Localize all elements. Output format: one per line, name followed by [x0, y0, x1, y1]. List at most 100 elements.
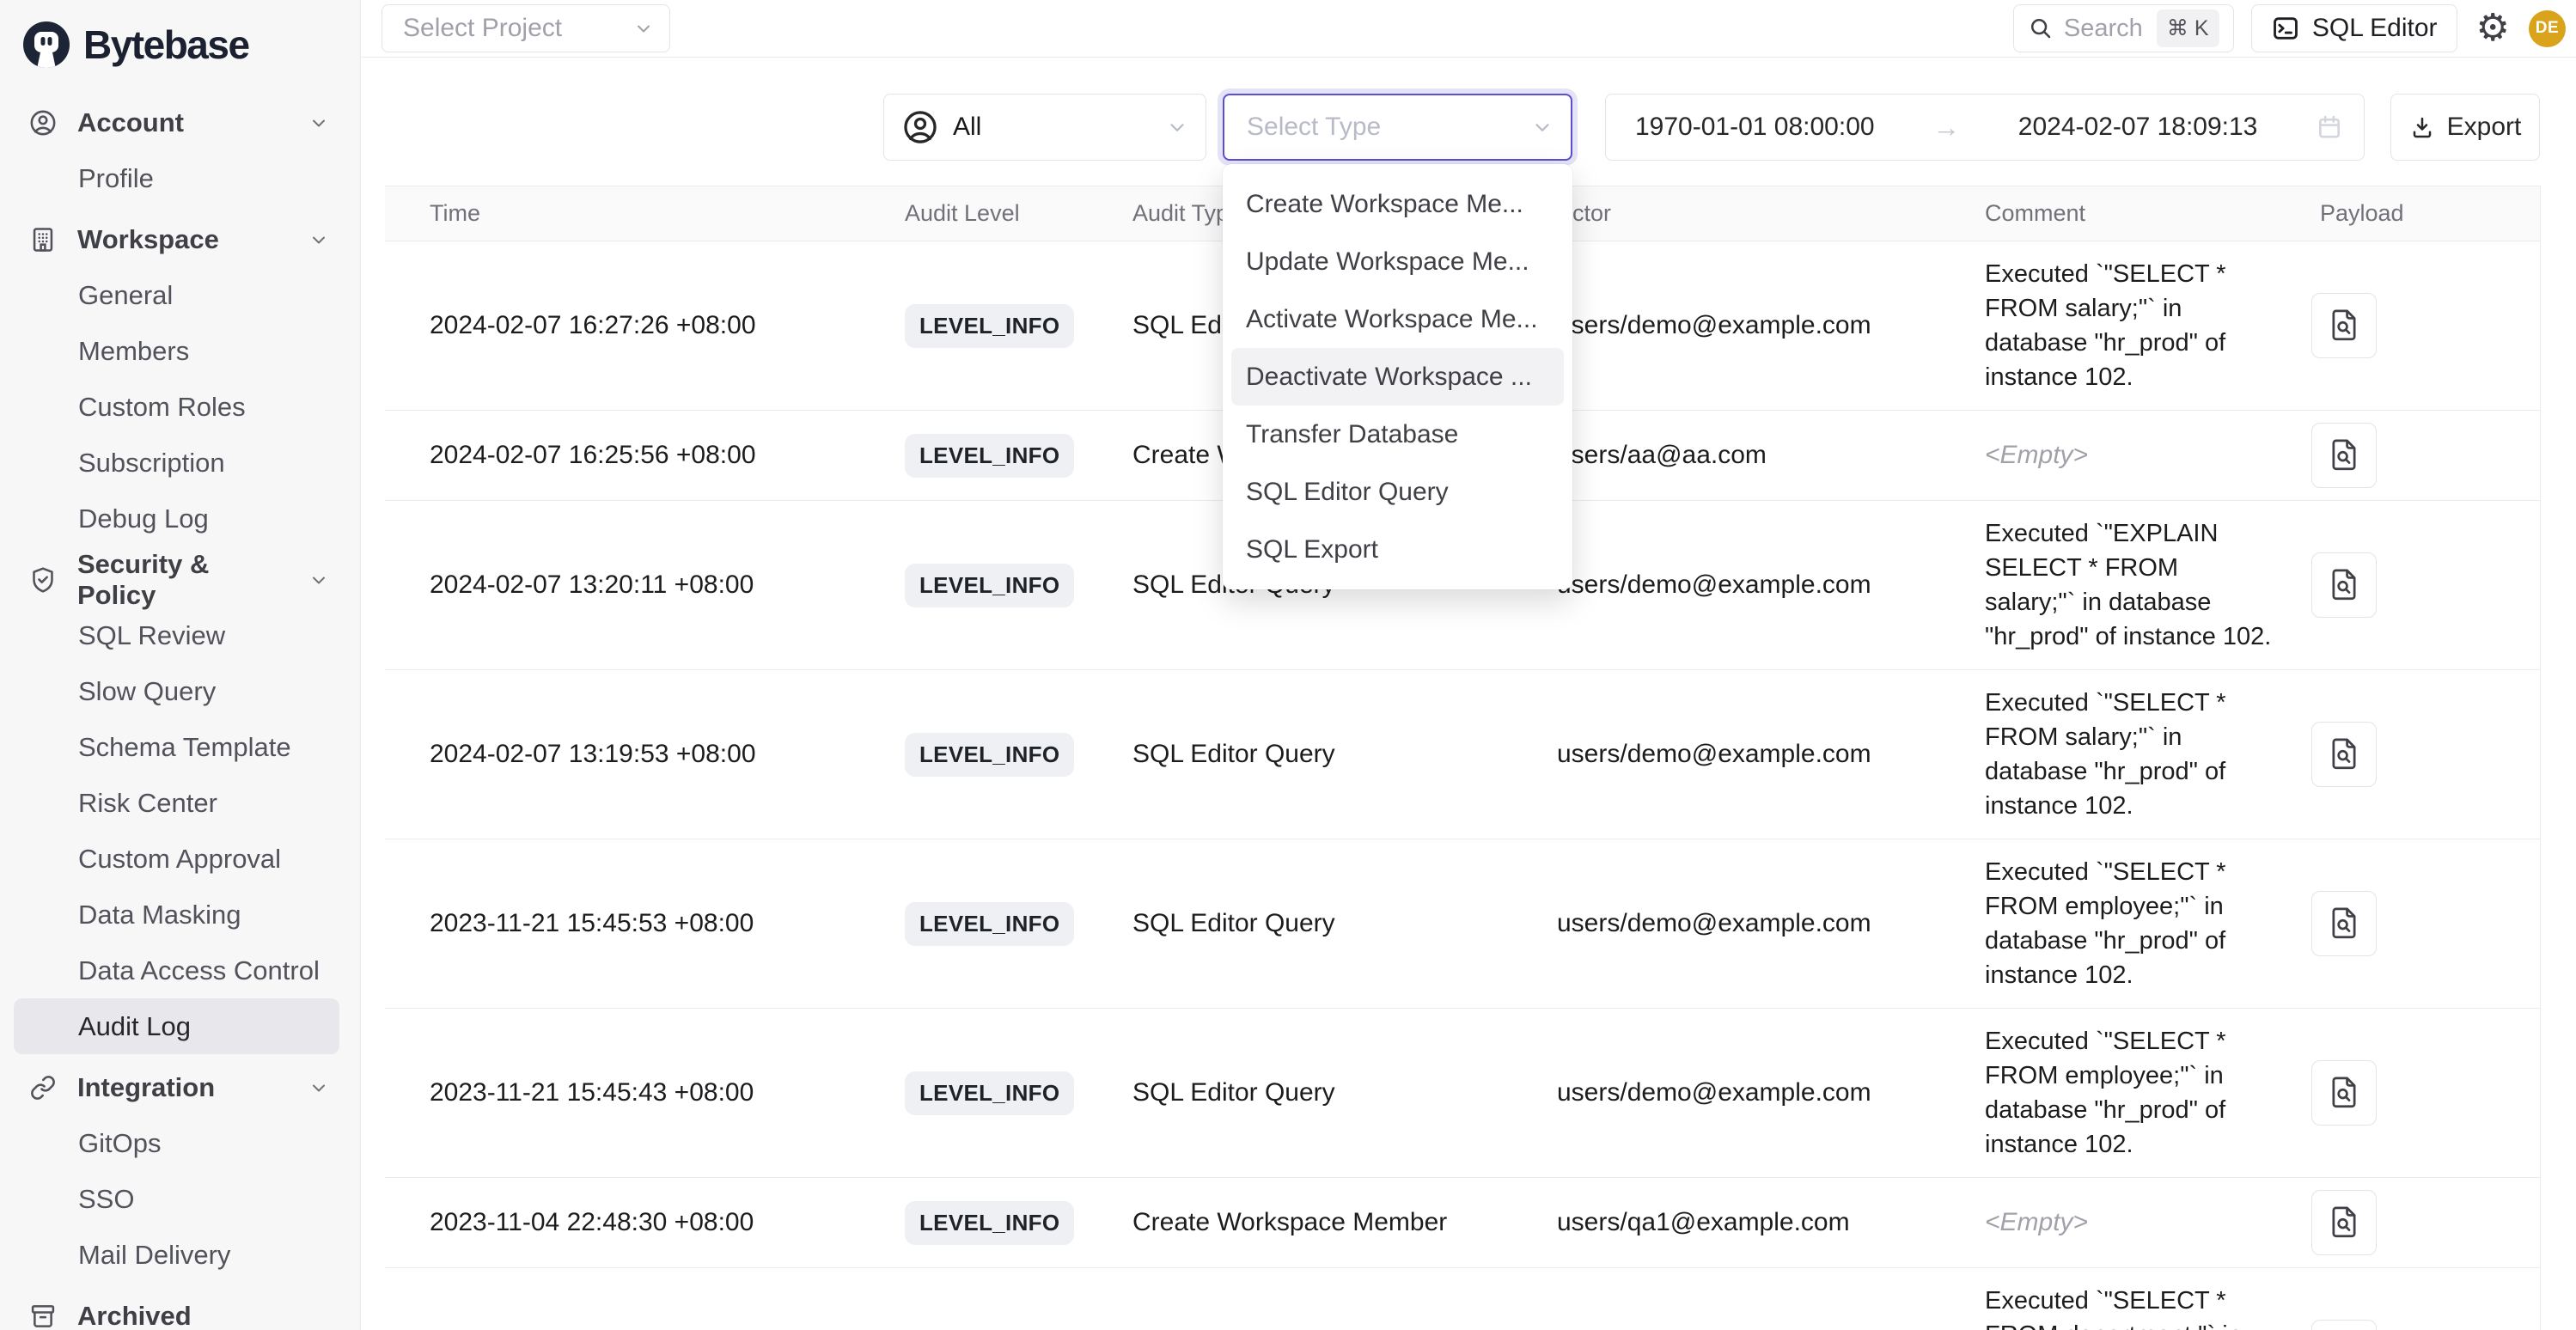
audit-level-badge: LEVEL_INFO: [905, 733, 1074, 777]
sidebar-item-profile[interactable]: Profile: [14, 150, 339, 206]
search-box[interactable]: ⌘ K: [2013, 4, 2234, 52]
sidebar-item-data-access-control[interactable]: Data Access Control: [14, 943, 339, 998]
sidebar-item-label: Subscription: [78, 448, 225, 479]
sidebar-item-data-masking[interactable]: Data Masking: [14, 887, 339, 943]
sidebar-item-label: Members: [78, 336, 189, 367]
payload-view-button[interactable]: [2311, 1320, 2377, 1330]
sidebar-item-label: Schema Template: [78, 732, 291, 763]
audit-time: 2024-02-07 16:25:56 +08:00: [385, 441, 860, 470]
sidebar-item-slow-query[interactable]: Slow Query: [14, 663, 339, 719]
payload-view-button[interactable]: [2311, 891, 2377, 956]
payload-view-button[interactable]: [2311, 1060, 2377, 1126]
sidebar-item-sso[interactable]: SSO: [14, 1171, 339, 1227]
actor-filter-value: All: [953, 113, 981, 142]
audit-comment: <Empty>: [1940, 423, 2275, 488]
settings-gear-icon[interactable]: ⚙: [2475, 9, 2512, 47]
sidebar-item-custom-roles[interactable]: Custom Roles: [14, 379, 339, 435]
sidebar-section-integration[interactable]: Integration: [0, 1059, 360, 1115]
archive-box-icon: [28, 1302, 58, 1330]
link-icon: [28, 1073, 58, 1102]
sidebar-section-account[interactable]: Account: [0, 95, 360, 150]
audit-level-badge: LEVEL_INFO: [905, 1071, 1074, 1115]
chevron-down-icon: [308, 113, 329, 133]
project-select-placeholder: Select Project: [403, 14, 562, 43]
building-icon: [28, 225, 58, 254]
sidebar-section-workspace[interactable]: Workspace: [0, 211, 360, 267]
user-avatar[interactable]: DE: [2529, 10, 2566, 47]
payload-view-button[interactable]: [2311, 293, 2377, 358]
audit-comment: Executed `"SELECT * FROM salary;"` in da…: [1940, 670, 2275, 839]
search-input[interactable]: [2064, 15, 2146, 43]
column-header-payload: Payload: [2275, 200, 2540, 227]
dropdown-option-transfer-database[interactable]: Transfer Database: [1231, 406, 1564, 463]
dropdown-option-sql-export[interactable]: SQL Export: [1231, 521, 1564, 578]
column-header-time: Time: [385, 200, 860, 227]
sidebar-section-security-policy[interactable]: Security & Policy: [0, 552, 360, 607]
file-search-icon: [2329, 1076, 2359, 1110]
chevron-down-icon: [1531, 116, 1554, 138]
date-range-end: 2024-02-07 18:09:13: [2018, 113, 2258, 142]
topbar-actions: ⌘ K SQL Editor ⚙ DE: [2013, 4, 2566, 52]
sidebar-item-risk-center[interactable]: Risk Center: [14, 775, 339, 831]
audit-actor: users/aa@aa.com: [1512, 441, 1940, 470]
audit-actor: users/demo@example.com: [1512, 909, 1940, 938]
sidebar-item-label: Risk Center: [78, 788, 217, 819]
audit-time: 2023-11-21 15:45:53 +08:00: [385, 909, 860, 938]
export-button[interactable]: Export: [2390, 94, 2540, 161]
file-search-icon: [2329, 568, 2359, 602]
sidebar-item-debug-log[interactable]: Debug Log: [14, 491, 339, 546]
sidebar-section-archived[interactable]: Archived: [0, 1288, 360, 1330]
dropdown-option-activate-workspace-member[interactable]: Activate Workspace Me...: [1231, 290, 1564, 348]
payload-view-button[interactable]: [2311, 423, 2377, 488]
bytebase-logo[interactable]: Bytebase: [0, 0, 360, 77]
audit-actor: users/demo@example.com: [1512, 740, 1940, 769]
column-header-actor: Actor: [1512, 200, 1940, 227]
dropdown-option-create-workspace-member[interactable]: Create Workspace Me...: [1231, 175, 1564, 233]
sidebar-item-audit-log[interactable]: Audit Log: [14, 998, 339, 1054]
sidebar-item-subscription[interactable]: Subscription: [14, 435, 339, 491]
date-range-start: 1970-01-01 08:00:00: [1635, 113, 1875, 142]
sidebar-section-label: Archived: [77, 1301, 192, 1330]
chevron-down-icon: [308, 570, 329, 590]
sidebar-item-label: Custom Approval: [78, 844, 281, 875]
sidebar-item-sql-review[interactable]: SQL Review: [14, 607, 339, 663]
audit-comment: <Empty>: [1940, 1190, 2275, 1255]
actor-filter-select[interactable]: All: [883, 94, 1206, 161]
sidebar-item-label: Profile: [78, 163, 154, 194]
audit-time: 2024-02-07 16:27:26 +08:00: [385, 311, 860, 340]
project-select[interactable]: Select Project: [382, 4, 670, 52]
payload-view-button[interactable]: [2311, 722, 2377, 787]
audit-comment: Executed `"SELECT * FROM employee;"` in …: [1940, 839, 2275, 1008]
audit-comment: Executed `"SELECT * FROM salary;"` in da…: [1940, 241, 2275, 410]
date-range-picker[interactable]: 1970-01-01 08:00:00 → 2024-02-07 18:09:1…: [1605, 94, 2365, 161]
type-filter-select[interactable]: Select Type: [1223, 94, 1572, 161]
sidebar-item-mail-delivery[interactable]: Mail Delivery: [14, 1227, 339, 1283]
chevron-down-icon: [308, 229, 329, 250]
dropdown-option-update-workspace-member[interactable]: Update Workspace Me...: [1231, 233, 1564, 290]
audit-comment: Executed `"EXPLAIN SELECT * FROM salary;…: [1940, 501, 2275, 669]
sidebar-item-custom-approval[interactable]: Custom Approval: [14, 831, 339, 887]
table-row: 2023-11-21 15:45:43 +08:00 LEVEL_INFO SQ…: [385, 1009, 2540, 1178]
sidebar-section-label: Integration: [77, 1072, 215, 1103]
dropdown-option-deactivate-workspace-member[interactable]: Deactivate Workspace ...: [1231, 348, 1564, 406]
file-search-icon: [2329, 308, 2359, 343]
audit-time: 2024-02-07 13:20:11 +08:00: [385, 570, 860, 600]
sidebar-item-label: GitOps: [78, 1128, 161, 1159]
type-filter-dropdown: Create Workspace Me... Update Workspace …: [1223, 164, 1572, 589]
sidebar-item-members[interactable]: Members: [14, 323, 339, 379]
sidebar-item-gitops[interactable]: GitOps: [14, 1115, 339, 1171]
audit-type: SQL Editor Query: [1088, 1078, 1512, 1107]
audit-level-badge: LEVEL_INFO: [905, 304, 1074, 348]
download-icon: [2409, 114, 2435, 140]
audit-level-badge: LEVEL_INFO: [905, 902, 1074, 946]
chevron-down-icon: [1166, 116, 1188, 138]
dropdown-option-sql-editor-query[interactable]: SQL Editor Query: [1231, 463, 1564, 521]
sidebar-item-label: SQL Review: [78, 620, 225, 651]
audit-comment: Executed `"SELECT * FROM department;"` i…: [1940, 1268, 2275, 1330]
payload-view-button[interactable]: [2311, 552, 2377, 618]
sidebar-item-schema-template[interactable]: Schema Template: [14, 719, 339, 775]
sidebar-item-general[interactable]: General: [14, 267, 339, 323]
audit-time: 2023-11-21 15:45:43 +08:00: [385, 1078, 860, 1107]
sql-editor-button[interactable]: SQL Editor: [2251, 4, 2457, 52]
payload-view-button[interactable]: [2311, 1190, 2377, 1255]
